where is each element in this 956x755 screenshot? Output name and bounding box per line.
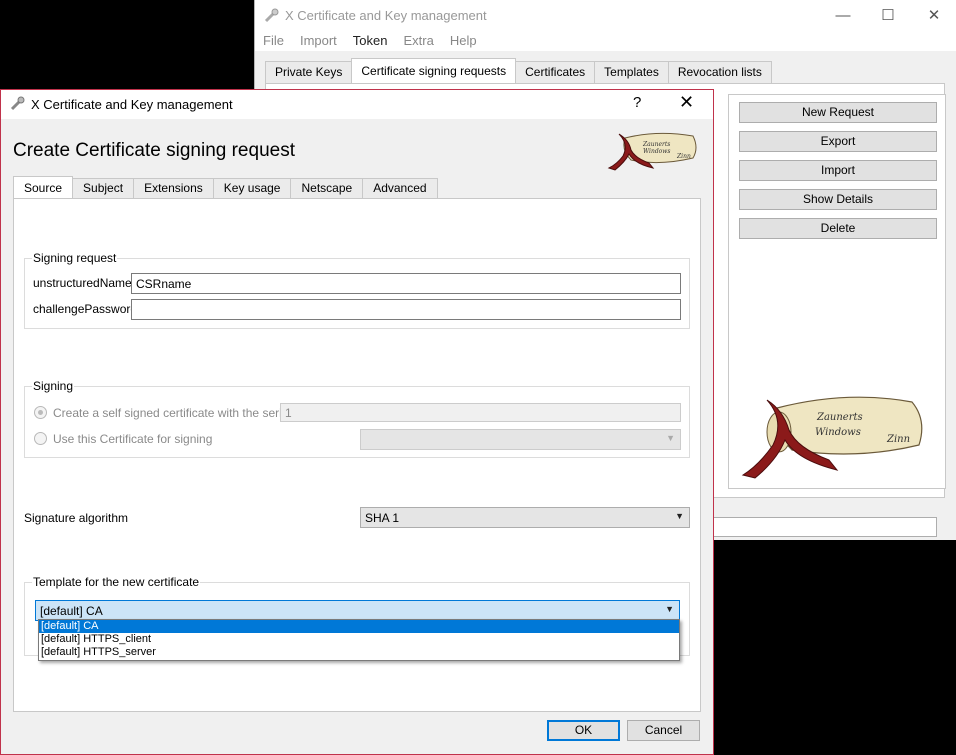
- main-titlebar[interactable]: X Certificate and Key management — ☐ ✕: [255, 0, 956, 31]
- dropdown-option-https-server[interactable]: [default] HTTPS_server: [39, 646, 679, 659]
- self-signed-radio[interactable]: [34, 406, 47, 419]
- group-title: Signing: [32, 379, 75, 393]
- menu-file[interactable]: File: [255, 31, 292, 50]
- tab-subject[interactable]: Subject: [72, 178, 135, 198]
- main-tab-bar: Private Keys Certificate signing request…: [265, 58, 772, 83]
- dropdown-option-https-client[interactable]: [default] HTTPS_client: [39, 633, 679, 646]
- tab-private-keys[interactable]: Private Keys: [265, 61, 353, 83]
- template-select[interactable]: [default] CA ▼: [35, 600, 680, 621]
- ok-button[interactable]: OK: [547, 720, 620, 741]
- close-button[interactable]: ✕: [911, 0, 956, 31]
- logo-text-1: Zaunerts: [816, 412, 863, 423]
- challenge-password-label: challengePassword: [33, 302, 138, 316]
- export-button[interactable]: Export: [739, 131, 937, 152]
- app-icon: [10, 96, 25, 111]
- menubar: File Import Token Extra Help: [255, 31, 956, 51]
- dialog-title: X Certificate and Key management: [31, 97, 233, 112]
- tab-extensions[interactable]: Extensions: [133, 178, 214, 198]
- scroll-logo: Zaunerts Windows Zinn: [741, 396, 923, 479]
- button-group: New Request Export Import Show Details D…: [728, 94, 946, 489]
- import-button[interactable]: Import: [739, 160, 937, 181]
- signing-certificate-select[interactable]: ▼: [360, 429, 681, 450]
- signature-algorithm-value: SHA 1: [365, 511, 400, 525]
- dropdown-option-ca[interactable]: [default] CA: [39, 620, 679, 633]
- tab-templates[interactable]: Templates: [594, 61, 669, 83]
- group-title: Signing request: [32, 251, 118, 265]
- app-icon: [264, 8, 279, 23]
- new-request-button[interactable]: New Request: [739, 102, 937, 123]
- logo-text-3: Zinn: [886, 434, 910, 445]
- chevron-down-icon: ▼: [675, 511, 684, 521]
- group-title: Template for the new certificate: [32, 575, 201, 589]
- logo-text-3: Zinn: [676, 153, 691, 160]
- tab-csr[interactable]: Certificate signing requests: [351, 58, 517, 83]
- signing-group: Signing Create a self signed certificate…: [24, 379, 690, 458]
- dialog-close-button[interactable]: ✕: [679, 92, 694, 113]
- signature-algorithm-select[interactable]: SHA 1 ▼: [360, 507, 690, 528]
- main-title: X Certificate and Key management: [285, 8, 487, 23]
- tab-certificates[interactable]: Certificates: [515, 61, 596, 83]
- tab-revocation-lists[interactable]: Revocation lists: [667, 61, 772, 83]
- signing-request-group: Signing request unstructuredName CSRname…: [24, 251, 690, 329]
- create-csr-dialog: X Certificate and Key management ? ✕ Cre…: [0, 89, 714, 755]
- chevron-down-icon: ▼: [665, 604, 674, 614]
- minimize-button[interactable]: —: [820, 0, 866, 31]
- show-details-button[interactable]: Show Details: [739, 189, 937, 210]
- unstructured-name-label: unstructuredName: [33, 276, 132, 290]
- chevron-down-icon: ▼: [666, 433, 675, 443]
- menu-token[interactable]: Token: [345, 31, 396, 50]
- template-value: [default] CA: [40, 604, 103, 618]
- logo-text-2: Windows: [643, 148, 671, 155]
- menu-extra[interactable]: Extra: [396, 31, 442, 50]
- menu-help[interactable]: Help: [442, 31, 485, 50]
- help-button[interactable]: ?: [633, 94, 641, 111]
- maximize-button[interactable]: ☐: [865, 0, 911, 31]
- template-dropdown-list: [default] CA [default] HTTPS_client [def…: [38, 619, 680, 661]
- dialog-tab-bar: Source Subject Extensions Key usage Nets…: [13, 176, 438, 198]
- dialog-heading: Create Certificate signing request: [13, 140, 295, 161]
- use-certificate-radio[interactable]: [34, 432, 47, 445]
- logo-text-2: Windows: [815, 427, 861, 438]
- cancel-button[interactable]: Cancel: [627, 720, 700, 741]
- tab-advanced[interactable]: Advanced: [362, 178, 438, 198]
- menu-import[interactable]: Import: [292, 31, 345, 50]
- serial-input[interactable]: 1: [280, 403, 681, 422]
- signature-algorithm-label: Signature algorithm: [24, 511, 129, 525]
- tab-netscape[interactable]: Netscape: [290, 178, 364, 198]
- tab-key-usage[interactable]: Key usage: [212, 178, 292, 198]
- self-signed-label: Create a self signed certificate with th…: [53, 406, 292, 420]
- use-certificate-label: Use this Certificate for signing: [53, 432, 213, 446]
- delete-button[interactable]: Delete: [739, 218, 937, 239]
- scroll-logo: Zaunerts Windows Zinn: [607, 132, 697, 171]
- unstructured-name-input[interactable]: CSRname: [131, 273, 681, 294]
- tab-source[interactable]: Source: [13, 176, 74, 198]
- challenge-password-input[interactable]: [131, 299, 681, 320]
- dialog-titlebar[interactable]: X Certificate and Key management ? ✕: [1, 90, 713, 119]
- logo-text-1: Zaunerts: [642, 141, 670, 148]
